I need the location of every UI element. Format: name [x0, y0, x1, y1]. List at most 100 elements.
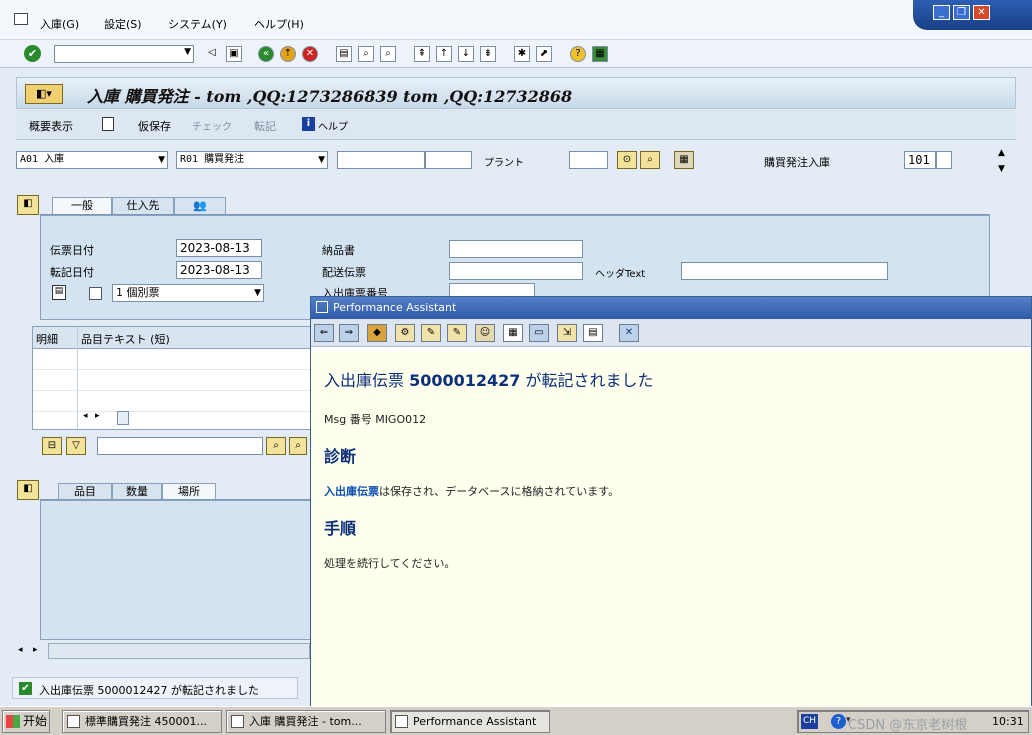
delete-row-icon[interactable]: ⊟: [42, 437, 62, 455]
chevron-down-icon[interactable]: ▼: [184, 47, 191, 57]
print-icon[interactable]: ▤: [336, 46, 352, 62]
reference-select[interactable]: R01 購買発注 ▼: [176, 151, 328, 169]
delivery-note-input[interactable]: [449, 240, 583, 258]
scroll-down-icon[interactable]: ▼: [998, 164, 1005, 174]
collapse-detail-icon[interactable]: ◧: [17, 480, 39, 500]
technical-info-icon[interactable]: ⚙: [395, 324, 415, 342]
column-header-short-text[interactable]: 品目テキスト (短): [81, 331, 170, 347]
window-menu-icon[interactable]: [14, 13, 28, 25]
overview-button[interactable]: 概要表示: [29, 118, 73, 134]
save-icon[interactable]: ▣: [226, 46, 242, 62]
task-goods-receipt[interactable]: 入庫 購買発注 - tom...: [226, 710, 386, 733]
help-icon[interactable]: ?: [831, 714, 846, 729]
back-arrow-icon[interactable]: ⇐: [314, 324, 334, 342]
table-row[interactable]: [33, 349, 321, 370]
check-button[interactable]: チェック: [192, 118, 232, 133]
print-version-select[interactable]: 1 個別票 ▼: [112, 284, 264, 302]
shortcut-icon[interactable]: ⬈: [536, 46, 552, 62]
header-text-input[interactable]: [681, 262, 888, 280]
book-icon[interactable]: ◆: [367, 324, 387, 342]
edit-icon[interactable]: ✎: [421, 324, 441, 342]
horizontal-scrollbar[interactable]: [48, 643, 310, 659]
scroll-left-icon[interactable]: ◂: [83, 411, 88, 421]
new-document-icon[interactable]: [102, 117, 114, 131]
export-icon[interactable]: ⇲: [557, 324, 577, 342]
window-menu-icon[interactable]: [316, 301, 328, 313]
find-icon[interactable]: ⌕: [266, 437, 286, 455]
last-page-icon[interactable]: ⇟: [480, 46, 496, 62]
find-next-icon[interactable]: ⌕: [380, 46, 396, 62]
table-row[interactable]: [33, 391, 321, 412]
new-session-icon[interactable]: ✱: [514, 46, 530, 62]
item-search-input[interactable]: [97, 437, 263, 455]
task-standard-po[interactable]: 標準購買発注 450001...: [62, 710, 222, 733]
settings-grid-icon[interactable]: ▦: [674, 151, 694, 169]
scroll-right-icon[interactable]: ▸: [95, 411, 100, 421]
collapse-header-icon[interactable]: ◧: [17, 195, 39, 215]
reference-item-input[interactable]: [425, 151, 472, 169]
movement-type-indicator[interactable]: [936, 151, 952, 169]
horizontal-scroll-thumb[interactable]: [117, 411, 129, 425]
cancel-icon[interactable]: ✕: [302, 46, 318, 62]
performance-assistant-title-bar[interactable]: Performance Assistant: [311, 297, 1031, 319]
document-date-input[interactable]: 2023-08-13: [176, 239, 262, 257]
scroll-right-icon[interactable]: ▸: [33, 645, 38, 655]
ime-indicator[interactable]: CH: [801, 714, 818, 729]
back-arrow-icon[interactable]: ◁: [204, 46, 220, 62]
tab-general[interactable]: 一般: [52, 197, 112, 215]
command-field[interactable]: ▼: [54, 45, 194, 63]
movement-type-input[interactable]: 101: [904, 151, 936, 169]
person-icon[interactable]: ☺: [475, 324, 495, 342]
tab-vendor[interactable]: 仕入先: [112, 197, 174, 215]
menu-system[interactable]: システム(Y): [168, 16, 227, 32]
menu-goods-receipt[interactable]: 入庫(G): [40, 16, 79, 32]
plant-input[interactable]: [569, 151, 608, 169]
tab-partner[interactable]: 👥: [174, 197, 226, 215]
vertical-scrollbar[interactable]: ▲ ▼: [996, 148, 1012, 298]
find-next-icon[interactable]: ⌕: [289, 437, 307, 455]
window-icon[interactable]: ▭: [529, 324, 549, 342]
column-header-item[interactable]: 明細: [36, 331, 58, 347]
chevron-down-icon[interactable]: ▼: [158, 152, 165, 168]
help-icon[interactable]: ?: [570, 46, 586, 62]
forward-arrow-icon[interactable]: ⇒: [339, 324, 359, 342]
search-icon[interactable]: ⌕: [640, 151, 660, 169]
start-button[interactable]: 开始: [2, 710, 50, 733]
status-bar[interactable]: ✔ 入出庫伝票 5000012427 が転記されました: [12, 677, 298, 699]
execute-icon[interactable]: ⊙: [617, 151, 637, 169]
print-icon[interactable]: ▤: [583, 324, 603, 342]
hold-button[interactable]: 仮保存: [138, 118, 171, 134]
transaction-menu-icon[interactable]: ◧▾: [25, 84, 63, 104]
menu-settings[interactable]: 設定(S): [104, 16, 142, 32]
task-performance-assistant[interactable]: Performance Assistant: [390, 710, 550, 733]
filter-icon[interactable]: ▽: [66, 437, 86, 455]
posting-date-input[interactable]: 2023-08-13: [176, 261, 262, 279]
chevron-down-icon[interactable]: ▼: [318, 152, 325, 168]
chevron-down-icon[interactable]: ▼: [254, 285, 261, 301]
enter-icon[interactable]: ✔: [24, 45, 41, 62]
transaction-select[interactable]: A01 入庫 ▼: [16, 151, 168, 169]
close-icon[interactable]: ✕: [619, 324, 639, 342]
info-icon[interactable]: i: [302, 117, 315, 131]
scroll-up-icon[interactable]: ▲: [998, 148, 1005, 158]
exit-icon[interactable]: ⇡: [280, 46, 296, 62]
grid-icon[interactable]: ▦: [503, 324, 523, 342]
first-page-icon[interactable]: ⇞: [414, 46, 430, 62]
layout-icon[interactable]: ▦: [592, 46, 608, 62]
previous-page-icon[interactable]: ↑: [436, 46, 452, 62]
reference-number-input[interactable]: [337, 151, 425, 169]
comment-icon[interactable]: ✎: [447, 324, 467, 342]
print-checkbox[interactable]: [89, 287, 102, 300]
back-icon[interactable]: «: [258, 46, 274, 62]
find-icon[interactable]: ⌕: [358, 46, 374, 62]
diagnosis-link[interactable]: 入出庫伝票: [324, 485, 379, 498]
minimize-icon[interactable]: _: [933, 5, 950, 20]
menu-help[interactable]: ヘルプ(H): [254, 16, 304, 32]
restore-icon[interactable]: ❐: [953, 5, 970, 20]
table-row[interactable]: [33, 370, 321, 391]
post-button[interactable]: 転記: [254, 118, 276, 134]
close-icon[interactable]: ✕: [973, 5, 990, 20]
help-button[interactable]: ヘルプ: [318, 118, 348, 133]
next-page-icon[interactable]: ↓: [458, 46, 474, 62]
bill-of-lading-input[interactable]: [449, 262, 583, 280]
